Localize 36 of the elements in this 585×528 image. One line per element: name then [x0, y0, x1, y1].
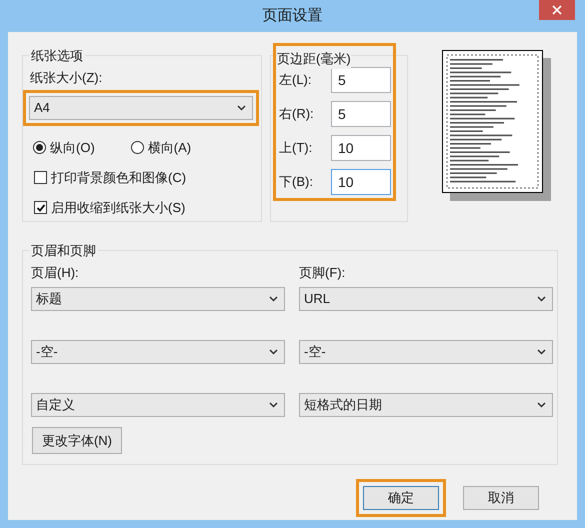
field-label: 页脚(F):	[299, 264, 346, 281]
chevron-icon	[269, 296, 278, 302]
field-label: 页眉(H):	[31, 264, 80, 281]
close-icon	[552, 5, 562, 15]
chevron-icon	[269, 349, 278, 355]
dropdown[interactable]: -空-	[299, 340, 553, 364]
field-label: 左(L):	[279, 71, 312, 90]
checkbox[interactable]: 打印背景颜色和图像(C)	[34, 168, 261, 187]
margin-input[interactable]: 5	[331, 67, 391, 93]
font-button[interactable]: 更改字体(N)	[32, 427, 122, 454]
field-label: 右(R):	[279, 105, 315, 124]
radio-button[interactable]: 纵向(O)	[33, 138, 95, 158]
dropdown[interactable]: 短格式的日期	[299, 393, 553, 417]
chevron-icon	[537, 402, 546, 408]
chevron-icon	[269, 402, 278, 408]
field-label: 纸张大小(Z):	[30, 69, 104, 86]
close-button[interactable]	[539, 0, 575, 20]
radio-button[interactable]: 横向(A)	[130, 138, 192, 158]
checkbox[interactable]: 启用收缩到纸张大小(S)	[34, 198, 261, 218]
dropdown[interactable]: -空-	[31, 340, 285, 364]
chevron-icon	[537, 296, 546, 302]
window-title: 页面设置	[262, 6, 322, 26]
chevron-icon	[237, 105, 246, 111]
margin-input[interactable]: 5	[331, 101, 391, 127]
group-label: 页边距(毫米)	[277, 49, 351, 68]
dialog-button[interactable]: 确定	[363, 486, 439, 510]
field-label: 上(T):	[279, 139, 314, 158]
dropdown[interactable]: A4	[29, 96, 253, 120]
field-label: 下(B):	[279, 173, 314, 192]
margin-input[interactable]: 10	[331, 135, 391, 161]
margin-input[interactable]: 10	[331, 169, 391, 195]
dropdown[interactable]: 自定义	[31, 393, 285, 417]
dropdown[interactable]: URL	[299, 287, 553, 311]
chevron-icon	[537, 349, 546, 355]
dropdown[interactable]: 标题	[31, 287, 285, 311]
dialog-button[interactable]: 取消	[463, 486, 539, 510]
